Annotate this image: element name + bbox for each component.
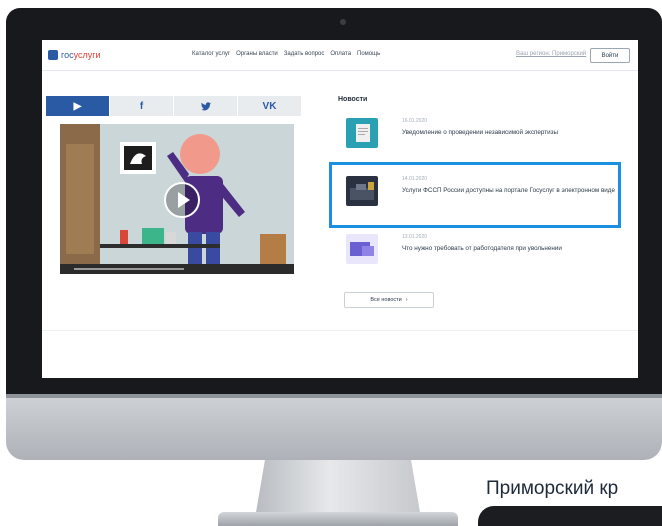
news-date: 13.01.2020 [402, 234, 428, 240]
webcam-icon [340, 19, 346, 25]
login-button[interactable]: Войти [590, 48, 630, 63]
facebook-icon[interactable]: f [110, 96, 174, 116]
video-player[interactable] [60, 124, 294, 274]
news-heading: Новости [338, 96, 368, 103]
play-icon[interactable]: ▶ [46, 96, 110, 116]
all-news-button[interactable]: Все новости › [344, 292, 434, 308]
news-item[interactable]: 16.01.2020 Уведомление о проведении неза… [338, 110, 628, 154]
video-play-button[interactable] [164, 182, 200, 218]
news-thumbnail [346, 118, 378, 148]
monitor: госуслуги Каталог услуг Органы власти За… [6, 8, 662, 460]
region-caption: Приморский кр [486, 478, 619, 499]
screen: госуслуги Каталог услуг Органы власти За… [42, 40, 638, 378]
logo-text: госуслуги [61, 50, 101, 60]
nav-item-help[interactable]: Помощь [357, 51, 380, 57]
monitor-stand-neck [255, 460, 421, 518]
nav-item-payment[interactable]: Оплата [330, 51, 351, 57]
news-link[interactable]: Уведомление о проведении независимой экс… [402, 128, 624, 137]
nav-item-ask-question[interactable]: Задать вопрос [284, 51, 325, 57]
news-item[interactable]: 13.01.2020 Что нужно требовать от работо… [338, 226, 628, 270]
nav-item-authorities[interactable]: Органы власти [236, 51, 278, 57]
monitor-stand-base [218, 512, 458, 526]
region-link[interactable]: Ваш регион: Приморский [516, 51, 586, 57]
chin-divider [6, 394, 662, 398]
main-nav: Каталог услуг Органы власти Задать вопро… [192, 51, 380, 57]
share-tabs: ▶ f VK [46, 96, 302, 116]
gosuslugi-logo[interactable]: госуслуги [48, 48, 101, 62]
decorative-shape [478, 506, 662, 526]
nav-item-catalog[interactable]: Каталог услуг [192, 51, 230, 57]
all-news-label: Все новости [370, 297, 402, 303]
site-header: госуслуги Каталог услуг Органы власти За… [42, 40, 638, 71]
highlight-frame [329, 162, 621, 228]
monitor-chin [6, 394, 662, 460]
emblem-icon [48, 50, 58, 60]
news-thumbnail [346, 234, 378, 264]
chevron-right-icon: › [405, 297, 408, 303]
twitter-icon[interactable] [174, 96, 238, 116]
news-date: 16.01.2020 [402, 118, 428, 124]
page-footer-area [42, 330, 638, 378]
vk-icon[interactable]: VK [238, 96, 302, 116]
news-link[interactable]: Что нужно требовать от работодателя при … [402, 244, 624, 253]
